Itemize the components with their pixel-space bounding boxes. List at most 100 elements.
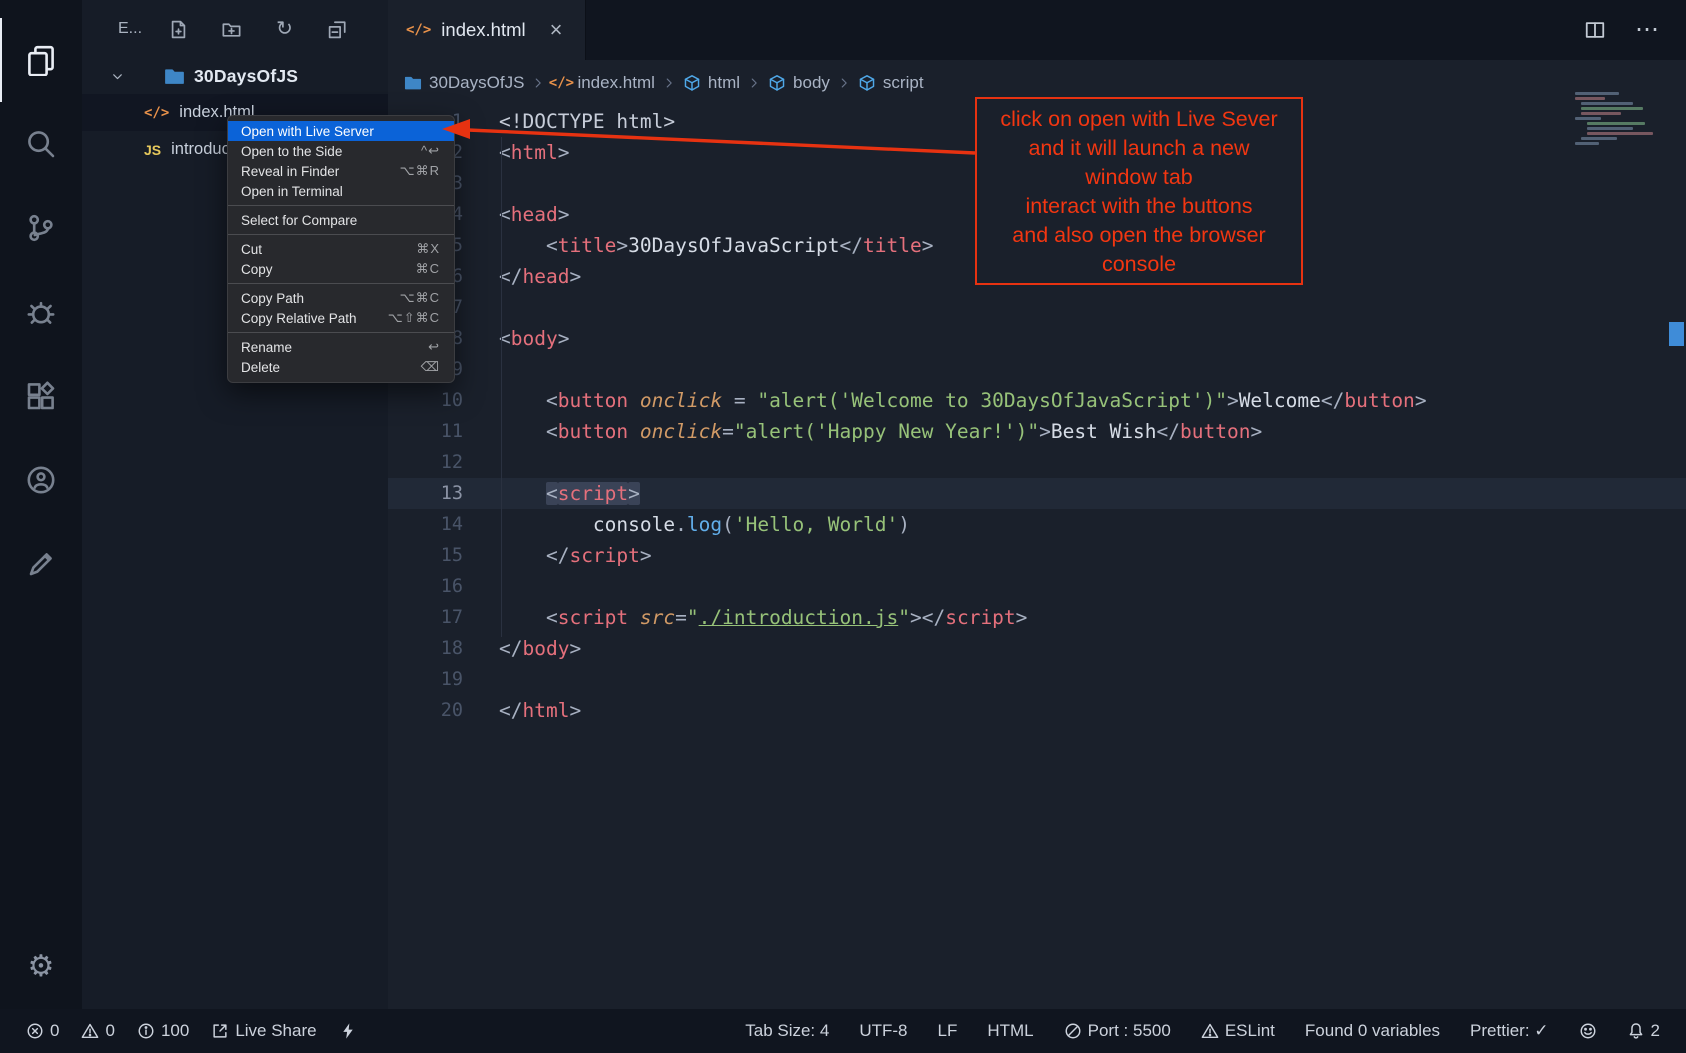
menu-item-open-with-live-server[interactable]: Open with Live Server	[228, 121, 454, 141]
symbol-icon	[858, 74, 876, 92]
activity-pencil-button[interactable]	[0, 522, 82, 606]
tree-folder-30daysofjs[interactable]: 30DaysOfJS	[82, 58, 388, 94]
new-folder-icon[interactable]	[221, 19, 242, 40]
minimap-line	[1587, 127, 1633, 130]
status-variables[interactable]: Found 0 variables	[1305, 1021, 1440, 1041]
breadcrumb-item-html[interactable]: html	[683, 73, 740, 93]
minimap[interactable]	[1573, 90, 1668, 148]
tab-index-html[interactable]: </>index.html×	[388, 0, 586, 60]
activity-debug-button[interactable]	[0, 270, 82, 354]
blocked-icon	[1064, 1022, 1082, 1040]
more-icon[interactable]: ⋯	[1636, 19, 1658, 41]
activity-live-share-button[interactable]	[0, 438, 82, 522]
menu-item-label: Copy Path	[241, 291, 304, 306]
menu-item-delete[interactable]: Delete⌫	[228, 357, 454, 377]
code-line-text[interactable]: console.log('Hello, World')	[483, 509, 910, 540]
menu-item-label: Select for Compare	[241, 213, 357, 228]
menu-item-copy[interactable]: Copy⌘C	[228, 259, 454, 279]
code-line-text[interactable]: <button onclick = "alert('Welcome to 30D…	[483, 385, 1427, 416]
code-token: "	[687, 606, 699, 629]
code-line-text[interactable]: </html>	[483, 695, 581, 726]
collapse-all-icon[interactable]	[327, 19, 348, 40]
breadcrumb-item-body[interactable]: body	[768, 73, 830, 93]
symbol-icon	[683, 74, 701, 92]
status-problems-info[interactable]: 100	[137, 1021, 189, 1041]
code-token: >	[1250, 420, 1262, 443]
split-editor-icon[interactable]	[1584, 19, 1606, 41]
code-token: ./introduction.js	[699, 606, 899, 629]
breadcrumb-item-30daysofjs[interactable]: 30DaysOfJS	[404, 73, 524, 93]
status-problems-errors[interactable]: 0	[26, 1021, 59, 1041]
code-line-text[interactable]: <button onclick="alert('Happy New Year!'…	[483, 416, 1262, 447]
menu-item-select-for-compare[interactable]: Select for Compare	[228, 210, 454, 230]
refresh-icon[interactable]: ↻	[274, 19, 295, 40]
activity-source-control-button[interactable]	[0, 186, 82, 270]
overview-ruler-marker	[1669, 322, 1684, 346]
explorer-header: E... ↻	[82, 0, 388, 58]
status-language-mode[interactable]: HTML	[987, 1021, 1033, 1041]
breadcrumb-item-script[interactable]: script	[858, 73, 924, 93]
status-text: 0	[50, 1021, 59, 1041]
code-token: button	[558, 420, 628, 443]
code-line: 10 <button onclick = "alert('Welcome to …	[388, 385, 1686, 416]
menu-item-copy-path[interactable]: Copy Path ⌥⌘C	[228, 288, 454, 308]
activity-search-button[interactable]	[0, 102, 82, 186]
code-line-text[interactable]: </head>	[483, 261, 581, 292]
status-port[interactable]: Port : 5500	[1064, 1021, 1171, 1041]
activity-files-button[interactable]	[0, 18, 82, 102]
code-line-text[interactable]: <!DOCTYPE html>	[483, 106, 675, 137]
breadcrumb-label: 30DaysOfJS	[429, 73, 524, 93]
line-number: 11	[388, 421, 483, 442]
menu-item-rename[interactable]: Rename↩	[228, 337, 454, 357]
menu-item-shortcut: ⌥⌘R	[400, 163, 440, 179]
bell-icon	[1627, 1022, 1645, 1040]
menu-item-reveal-in-finder[interactable]: Reveal in Finder⌥⌘R	[228, 161, 454, 181]
menu-item-open-in-terminal[interactable]: Open in Terminal	[228, 181, 454, 201]
menu-item-open-to-the-side[interactable]: Open to the Side^↩	[228, 141, 454, 161]
minimap-line	[1581, 107, 1643, 110]
status-prettier[interactable]: Prettier: ✓	[1470, 1021, 1548, 1041]
code-token: >	[628, 482, 640, 505]
activity-extensions-button[interactable]	[0, 354, 82, 438]
code-token: log	[687, 513, 722, 536]
status-bar: 0 0 100 Live Share Tab Size: 4 UTF-8 LF HTML Po…	[0, 1009, 1686, 1053]
status-encoding[interactable]: UTF-8	[859, 1021, 907, 1041]
code-line-text[interactable]: <body>	[483, 323, 569, 354]
code-line-text[interactable]: <script src="./introduction.js"></script…	[483, 602, 1027, 633]
code-line: 9	[388, 354, 1686, 385]
status-tab-size[interactable]: Tab Size: 4	[745, 1021, 829, 1041]
status-notifications[interactable]: 2	[1627, 1021, 1660, 1041]
status-eol[interactable]: LF	[938, 1021, 958, 1041]
code-line-text[interactable]: <html>	[483, 137, 569, 168]
close-tab-icon[interactable]: ×	[550, 17, 563, 43]
breadcrumb-item-index-html[interactable]: </>index.html	[552, 73, 654, 93]
code-token: </	[499, 699, 522, 722]
code-line-text[interactable]: </body>	[483, 633, 581, 664]
line-number: 19	[388, 669, 483, 690]
vscode-window: ⚙ E... ↻ 30DaysOfJS </>index.htmlJSintro…	[0, 0, 1686, 1053]
status-feedback[interactable]	[1579, 1022, 1597, 1040]
status-eslint[interactable]: ESLint	[1201, 1021, 1275, 1041]
minimap-line	[1575, 117, 1601, 120]
chevron-right-icon	[837, 76, 851, 90]
code-line-text[interactable]: <head>	[483, 199, 569, 230]
status-lightning[interactable]	[339, 1022, 357, 1040]
status-problems-warnings[interactable]: 0	[81, 1021, 114, 1041]
code-line-text[interactable]: </script>	[483, 540, 652, 571]
code-token: "	[898, 606, 910, 629]
new-file-icon[interactable]	[168, 19, 189, 40]
js-icon: JS	[144, 143, 161, 157]
menu-item-cut[interactable]: Cut⌘X	[228, 239, 454, 259]
menu-item-copy-relative-path[interactable]: Copy Relative Path⌥⇧⌘C	[228, 308, 454, 328]
html-icon: </>	[552, 74, 570, 92]
code-line-text[interactable]: <title>30DaysOfJavaScript</title>	[483, 230, 933, 261]
code-line-text[interactable]: <script>	[483, 478, 640, 509]
chevron-down-icon	[110, 69, 125, 84]
activity-settings-gear-button[interactable]: ⚙	[0, 925, 82, 1009]
status-text: HTML	[987, 1021, 1033, 1041]
explorer-title: E...	[118, 20, 142, 38]
menu-item-shortcut: ↩	[428, 339, 440, 355]
live-share-icon	[25, 464, 57, 496]
status-live-share[interactable]: Live Share	[211, 1021, 316, 1041]
menu-item-shortcut: ⌥⌘C	[400, 290, 440, 306]
